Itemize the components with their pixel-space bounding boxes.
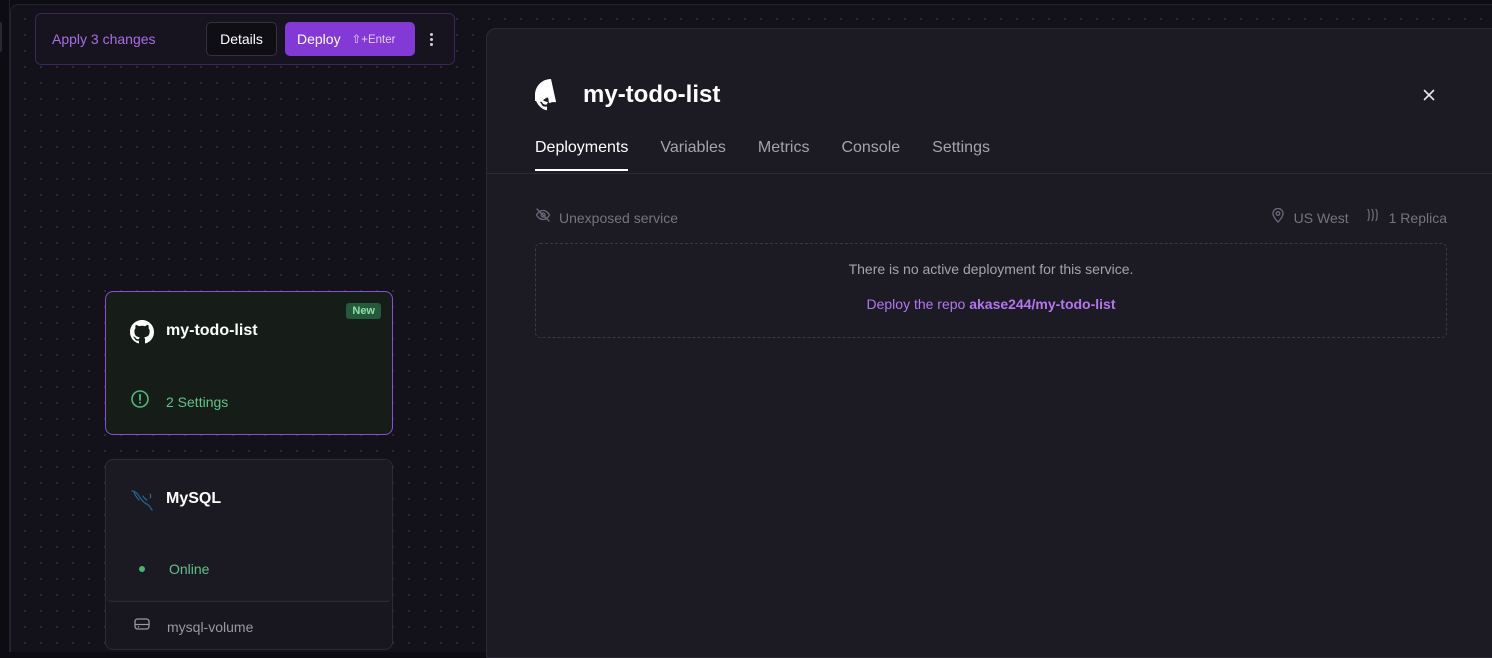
map-pin-icon — [1270, 207, 1286, 228]
deployment-meta: US West 1 Replica — [1270, 207, 1447, 228]
app-root: Apply 3 changes Details Deploy ⇧+Enter m… — [0, 0, 1492, 658]
region-label: US West — [1293, 209, 1349, 226]
replica-label: 1 Replica — [1388, 209, 1447, 226]
service-name: my-todo-list — [166, 322, 258, 339]
repo-name: akase244/my-todo-list — [969, 296, 1116, 312]
staged-changes-bar: Apply 3 changes Details Deploy ⇧+Enter — [35, 13, 455, 65]
deploy-repo-link[interactable]: Deploy the repo akase244/my-todo-list — [536, 296, 1446, 312]
replicas-icon — [1365, 207, 1381, 228]
tab-variables[interactable]: Variables — [660, 139, 726, 171]
service-details-panel: my-todo-list Deployments Variables Metri… — [486, 28, 1492, 658]
service-status-row: Online — [139, 561, 209, 577]
deploy-repo-prefix: Deploy the repo — [866, 296, 970, 312]
deploy-button-label: Deploy — [297, 31, 341, 47]
tab-settings[interactable]: Settings — [932, 139, 990, 171]
service-card-my-todo-list[interactable]: my-todo-list New 2 Settings — [105, 291, 393, 435]
tabs-divider — [487, 173, 1492, 174]
exposure-info[interactable]: Unexposed service — [535, 207, 678, 228]
panel-tabs: Deployments Variables Metrics Console Se… — [535, 139, 990, 171]
sidebar-handle[interactable] — [0, 22, 2, 52]
empty-deployments-box: There is no active deployment for this s… — [535, 243, 1447, 338]
region-info[interactable]: US West — [1270, 207, 1349, 228]
pending-settings-row[interactable]: 2 Settings — [130, 389, 228, 414]
deploy-button[interactable]: Deploy ⇧+Enter — [285, 22, 415, 56]
close-icon[interactable] — [1421, 87, 1437, 103]
new-badge: New — [346, 303, 381, 319]
eye-off-icon — [535, 207, 551, 228]
volume-name: mysql-volume — [167, 618, 254, 635]
hard-drive-icon — [134, 617, 150, 636]
service-meta-row: Unexposed service US West 1 Replica — [535, 207, 1447, 227]
github-icon — [130, 320, 154, 349]
github-icon — [532, 79, 567, 116]
exposure-label: Unexposed service — [559, 209, 679, 226]
replica-info[interactable]: 1 Replica — [1365, 207, 1447, 228]
service-name: MySQL — [166, 490, 222, 507]
tab-console[interactable]: Console — [841, 139, 900, 171]
left-sidebar-edge — [0, 0, 10, 652]
mysql-dolphin-icon — [130, 488, 156, 517]
tab-metrics[interactable]: Metrics — [758, 139, 810, 171]
tab-deployments[interactable]: Deployments — [535, 139, 629, 171]
empty-deployments-message: There is no active deployment for this s… — [848, 261, 1134, 277]
mysql-card-body: MySQL Online — [106, 460, 392, 602]
volume-row[interactable]: mysql-volume — [134, 617, 253, 636]
alert-circle-icon — [130, 389, 150, 414]
online-status-dot-icon — [139, 566, 145, 572]
service-status-label: Online — [169, 561, 210, 577]
pending-settings-label: 2 Settings — [166, 393, 229, 410]
more-options-icon[interactable] — [422, 28, 440, 50]
deploy-shortcut-hint: ⇧+Enter — [351, 34, 396, 46]
apply-changes-label[interactable]: Apply 3 changes — [52, 31, 156, 47]
service-card-mysql[interactable]: MySQL Online mysql-volume — [105, 459, 393, 650]
panel-title: my-todo-list — [583, 81, 721, 108]
details-button[interactable]: Details — [206, 22, 277, 56]
